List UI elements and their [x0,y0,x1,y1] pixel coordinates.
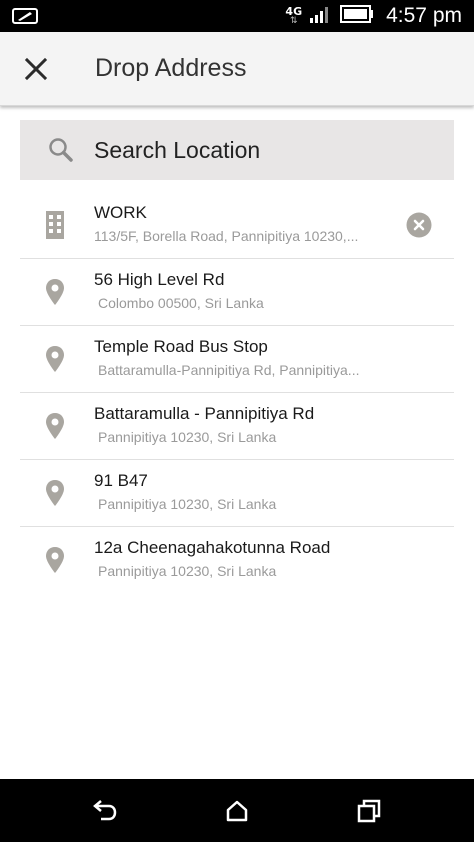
building-icon [42,210,68,240]
close-button[interactable] [16,49,56,89]
item-subtitle: Pannipitiya 10230, Sri Lanka [98,563,277,579]
data-arrows-icon: ⇅ [289,16,298,26]
list-item[interactable]: 91 B47 Pannipitiya 10230, Sri Lanka [20,460,454,527]
item-title: 91 B47 [94,471,148,490]
home-button[interactable] [223,797,251,825]
app-bar: Drop Address [0,32,474,106]
list-item[interactable]: Battaramulla - Pannipitiya Rd Pannipitiy… [20,393,454,460]
item-subtitle: Pannipitiya 10230, Sri Lanka [98,429,277,445]
page-title: Drop Address [95,54,247,82]
back-button[interactable] [91,797,119,825]
clock: 4:57 pm [386,4,462,27]
item-subtitle: Battaramulla-Pannipitiya Rd, Pannipitiya… [98,362,360,378]
item-subtitle: Pannipitiya 10230, Sri Lanka [98,496,277,512]
list-item[interactable]: 12a Cheenagahakotunna Road Pannipitiya 1… [20,527,454,594]
navigation-bar [0,779,474,842]
item-title: 56 High Level Rd [94,270,225,289]
address-list: WORK 113/5F, Borella Road, Pannipitiya 1… [20,192,454,594]
close-icon [24,57,48,81]
status-bar: 4G ⇅ 4:57 pm [0,0,474,32]
recent-apps-icon [357,799,381,823]
screen: 4G ⇅ 4:57 pm Drop Address Search Locatio… [0,0,474,842]
signal-icon [310,5,332,27]
item-title: 12a Cheenagahakotunna Road [94,538,331,557]
clear-icon [406,212,432,238]
back-icon [93,800,117,821]
item-title: Battaramulla - Pannipitiya Rd [94,404,315,423]
item-subtitle: 113/5F, Borella Road, Pannipitiya 10230,… [94,228,359,244]
item-subtitle: Colombo 00500, Sri Lanka [98,295,264,311]
home-icon [226,800,248,822]
item-title: Temple Road Bus Stop [94,337,268,356]
network-indicator: 4G ⇅ [285,6,302,26]
notification-icon [12,8,38,28]
location-pin-icon [42,344,68,374]
location-pin-icon [42,277,68,307]
search-icon [48,137,74,167]
battery-icon [340,5,374,27]
list-item[interactable]: 56 High Level Rd Colombo 00500, Sri Lank… [20,259,454,326]
list-item[interactable]: Temple Road Bus Stop Battaramulla-Pannip… [20,326,454,393]
location-pin-icon [42,545,68,575]
remove-address-button[interactable] [406,212,432,238]
search-input[interactable] [94,134,434,166]
location-pin-icon [42,478,68,508]
list-item[interactable]: WORK 113/5F, Borella Road, Pannipitiya 1… [20,192,454,259]
location-pin-icon [42,411,68,441]
recent-apps-button[interactable] [355,797,383,825]
item-title: WORK [94,203,147,222]
search-box[interactable] [20,120,454,180]
